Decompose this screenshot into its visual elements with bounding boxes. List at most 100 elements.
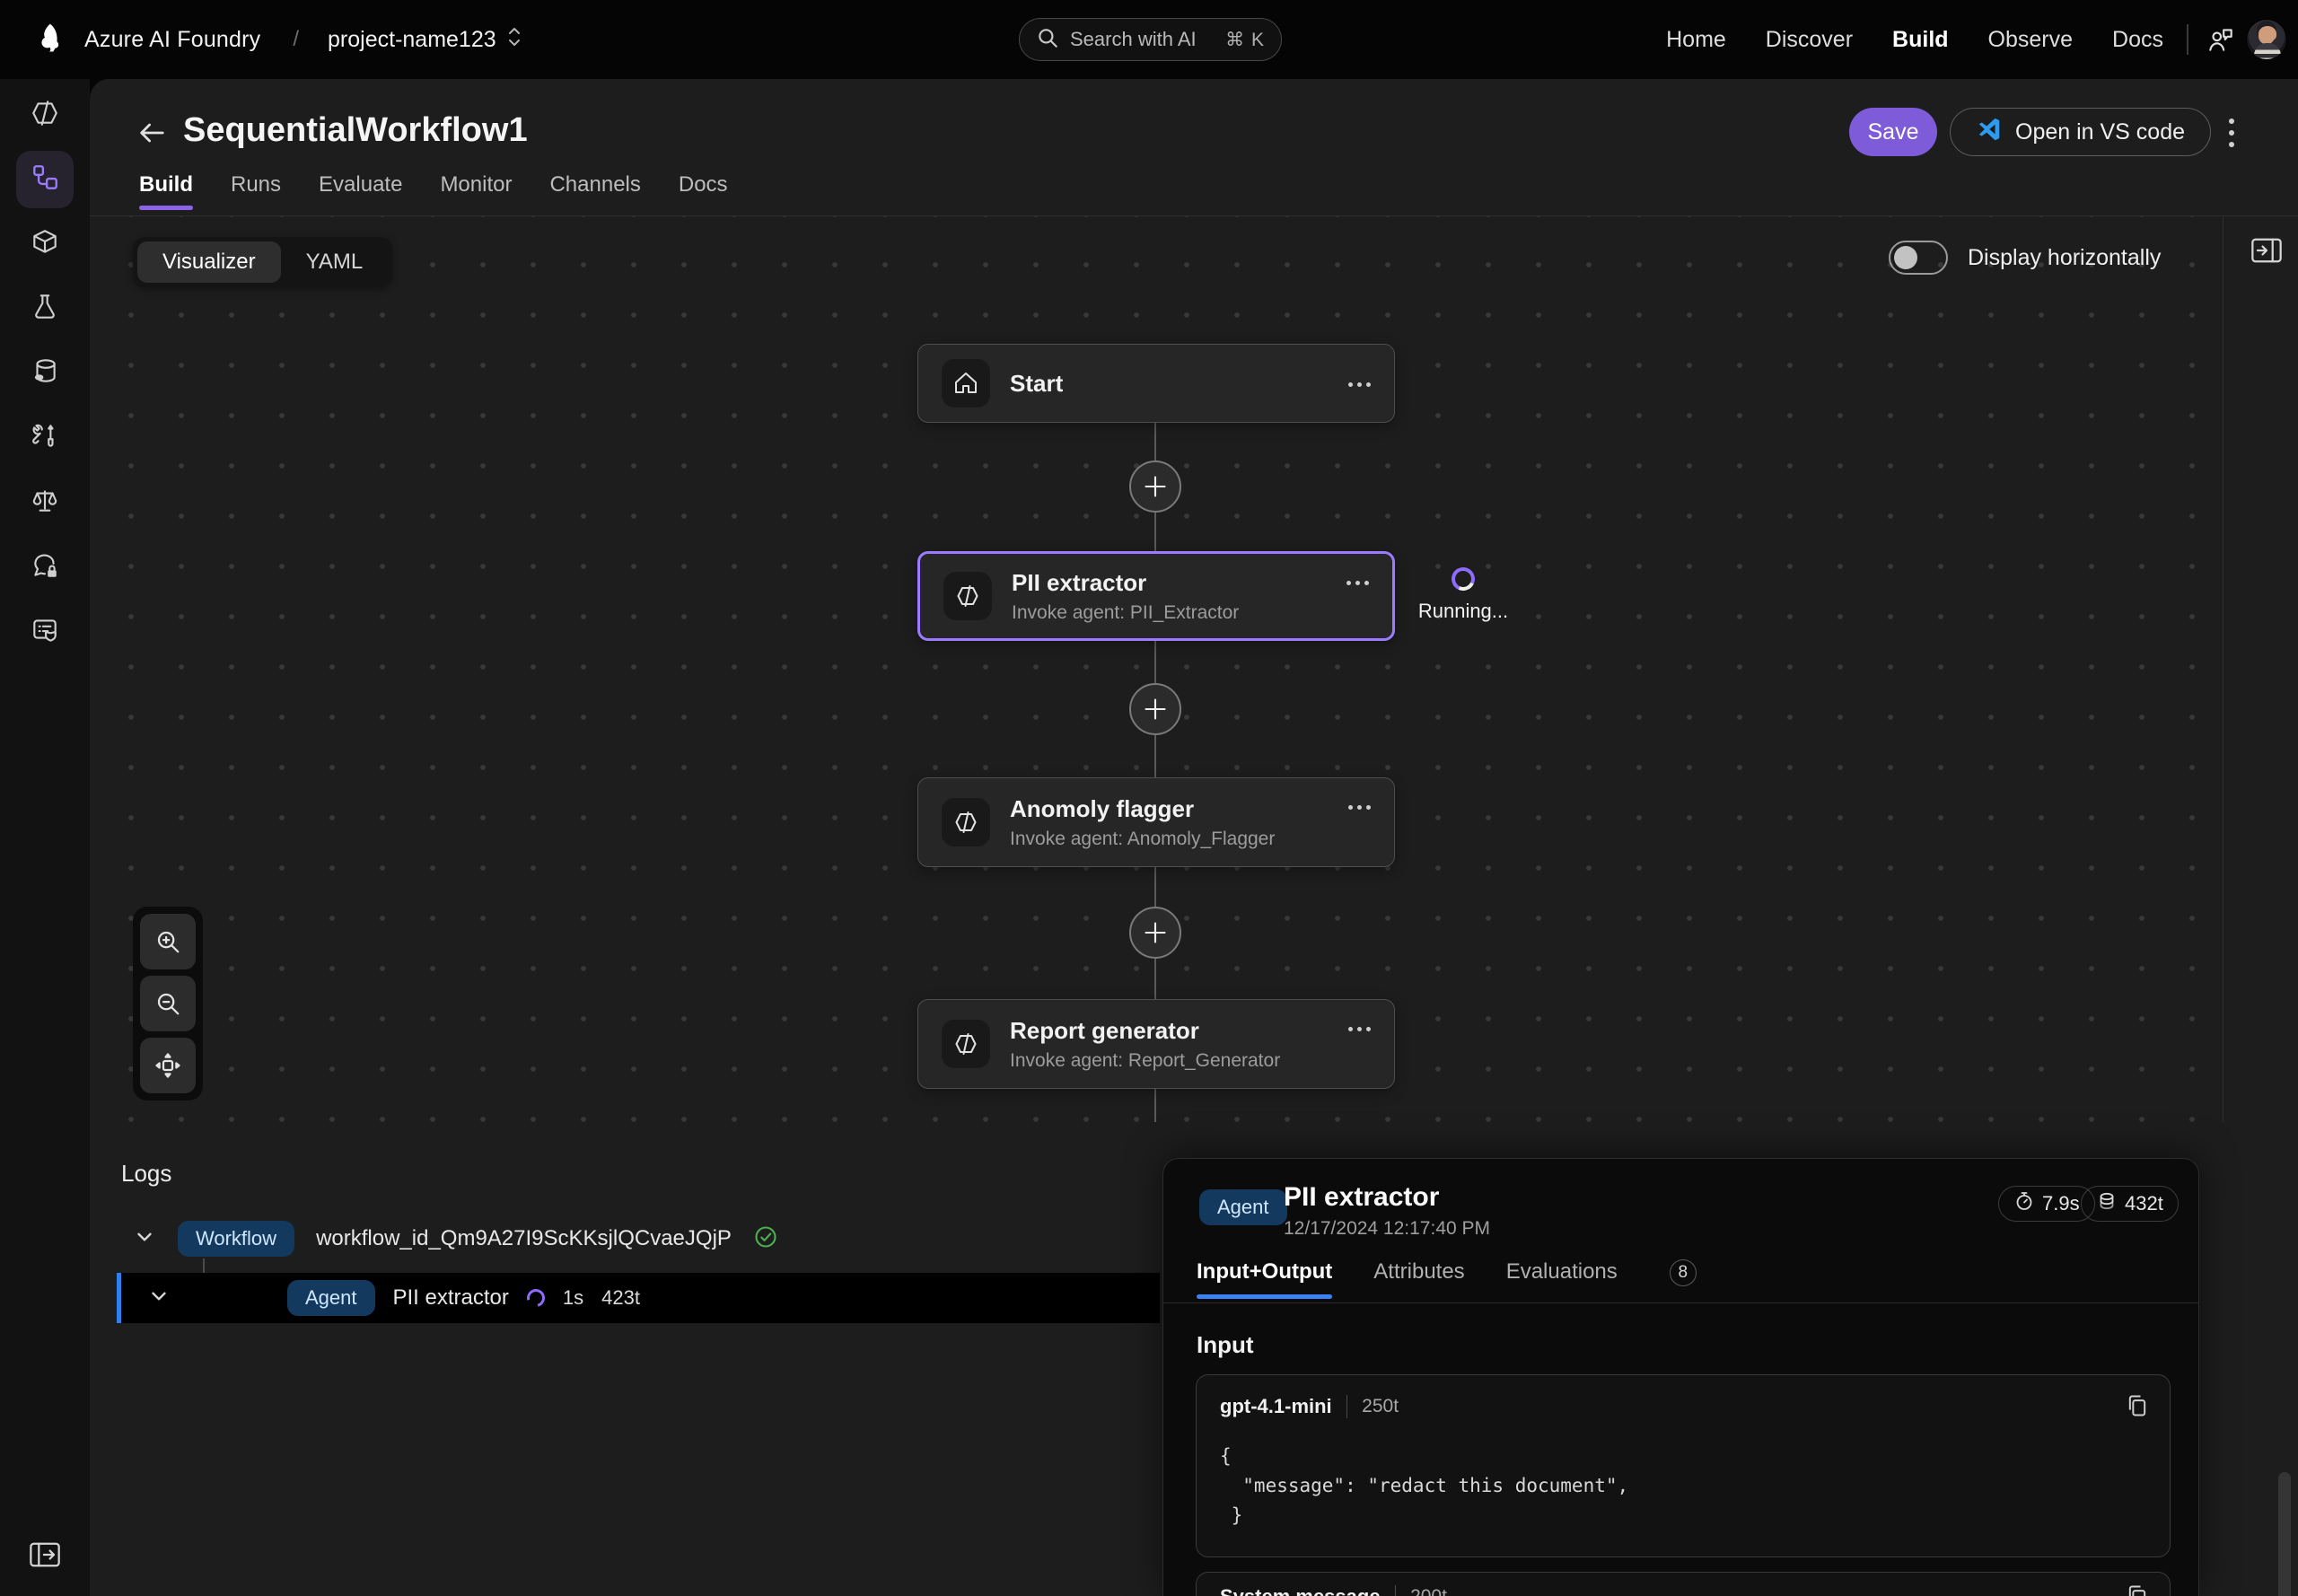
add-node-button[interactable] [1129,460,1181,513]
node-anomoly-flagger[interactable]: Anomoly flagger Invoke agent: Anomoly_Fl… [917,777,1395,867]
tokens-icon [2096,1190,2118,1217]
node-more-icon[interactable] [1344,1020,1371,1036]
breadcrumb-separator: / [293,27,300,51]
sidebar-item-data[interactable] [25,354,65,393]
agent-type-badge: Agent [287,1280,375,1316]
brand-name[interactable]: Azure AI Foundry [84,27,260,53]
zoom-in-icon[interactable] [140,914,196,969]
nav-docs[interactable]: Docs [2112,27,2163,53]
tab-evaluate[interactable]: Evaluate [319,172,402,210]
governance-form-shield-icon [30,615,60,650]
display-horizontally-label: Display horizontally [1968,244,2162,270]
nav-observe[interactable]: Observe [1988,27,2073,53]
user-avatar[interactable] [2246,19,2287,60]
breadcrumb-project[interactable]: project-name123 [328,25,523,55]
chevron-down-icon[interactable] [147,1285,171,1312]
add-node-button[interactable] [1129,683,1181,735]
add-node-button[interactable] [1129,907,1181,959]
sidebar-item-evaluation[interactable] [25,483,65,522]
agent-code-icon [943,572,992,620]
nav-home[interactable]: Home [1666,27,1726,53]
card-header-separator [1394,1585,1397,1596]
sidebar-item-agents[interactable] [25,95,65,135]
node-subtitle: Invoke agent: Anomoly_Flagger [1010,828,1276,849]
sidebar-item-governance[interactable] [25,612,65,652]
scrollbar-thumb[interactable] [2278,1472,2291,1596]
panel-collapse-icon[interactable] [2250,235,2284,270]
workflow-id-label: workflow_id_Qm9A27I9ScKKsjlQCvaeJQjP [316,1226,732,1250]
tab-input-output[interactable]: Input+Output [1197,1259,1333,1299]
node-more-icon[interactable] [1344,798,1371,814]
visualizer-toggle[interactable]: Visualizer [137,241,281,283]
save-button[interactable]: Save [1849,108,1937,156]
playground-flask-icon [30,292,60,327]
sidebar-expand-icon[interactable] [28,1539,62,1574]
left-sidebar [0,79,90,1596]
stopwatch-icon [2013,1190,2035,1217]
tab-docs[interactable]: Docs [679,172,728,210]
tab-evaluations[interactable]: Evaluations [1506,1259,1618,1299]
card-token-count: 250t [1362,1396,1399,1416]
azure-ai-foundry-app: Azure AI Foundry / project-name123 Searc… [0,0,2298,1596]
toggle-knob [1894,246,1917,269]
safety-chat-lock-icon [30,550,60,585]
yaml-toggle[interactable]: YAML [281,241,389,283]
view-mode-switch: Visualizer YAML [133,237,393,287]
running-label: Running... [1417,600,1509,622]
tab-channels[interactable]: Channels [549,172,640,210]
logs-title: Logs [121,1160,172,1187]
chevron-down-icon[interactable] [133,1225,156,1253]
zoom-out-icon[interactable] [140,976,196,1031]
open-in-vscode-button[interactable]: Open in VS code [1950,108,2212,156]
sidebar-item-safety[interactable] [25,548,65,587]
input-card-model: gpt-4.1-mini 250t { "message": "redact t… [1196,1374,2171,1557]
copy-icon[interactable] [2125,1583,2150,1596]
project-name-label: project-name123 [328,26,496,52]
search-input[interactable]: Search with AI ⌘ K [1019,18,1282,61]
back-arrow-icon[interactable] [135,115,171,151]
node-report-generator[interactable]: Report generator Invoke agent: Report_Ge… [917,999,1395,1089]
node-start[interactable]: Start [917,344,1395,423]
node-title: PII extractor [1012,568,1147,596]
agent-code-icon [942,1020,990,1068]
project-switcher-icon[interactable] [505,25,523,55]
node-title: Start [1010,369,1064,397]
log-row-workflow[interactable]: Workflow workflow_id_Qm9A27I9ScKKsjlQCva… [133,1217,778,1260]
success-check-icon [753,1224,778,1254]
copy-icon[interactable] [2125,1393,2150,1423]
sidebar-item-tools[interactable] [25,418,65,458]
tab-build[interactable]: Build [139,172,193,210]
node-title: Anomoly flagger [1010,794,1195,822]
node-title: Report generator [1010,1016,1199,1044]
display-horizontally-toggle[interactable] [1889,241,1948,275]
running-spinner-icon [1448,564,1478,594]
nav-discover[interactable]: Discover [1766,27,1853,53]
workflow-type-badge: Workflow [178,1221,295,1257]
vscode-button-label: Open in VS code [2015,118,2186,145]
nav-build[interactable]: Build [1892,27,1949,53]
agent-code-icon [942,798,990,846]
vscode-icon [1976,116,2003,149]
node-more-icon[interactable] [1344,375,1371,391]
node-more-icon[interactable] [1342,574,1369,590]
header-kebab-menu-icon[interactable] [2215,113,2248,153]
tab-attributes[interactable]: Attributes [1373,1259,1464,1299]
top-bar: Azure AI Foundry / project-name123 Searc… [0,0,2298,79]
agent-tokens: 423t [601,1286,640,1309]
page-title: SequentialWorkflow1 [183,111,528,149]
node-running-status: Running... [1400,564,1526,623]
sidebar-item-models[interactable] [25,224,65,264]
running-spinner-icon [523,1285,548,1311]
tab-runs[interactable]: Runs [231,172,281,210]
sidebar-item-playground[interactable] [25,289,65,329]
save-button-label: Save [1867,118,1919,145]
card-token-count: 200t [1410,1586,1447,1596]
brand-logo-icon[interactable] [34,21,68,59]
feedback-icon[interactable] [2203,22,2239,57]
node-pii-extractor[interactable]: PII extractor Invoke agent: PII_Extracto… [917,551,1395,641]
sidebar-item-workflows[interactable] [16,151,74,208]
tab-monitor[interactable]: Monitor [440,172,512,210]
pan-fit-icon[interactable] [140,1038,196,1093]
log-row-agent[interactable]: Agent PII extractor 1s 423t [117,1273,1160,1323]
topbar-divider [2187,24,2188,55]
